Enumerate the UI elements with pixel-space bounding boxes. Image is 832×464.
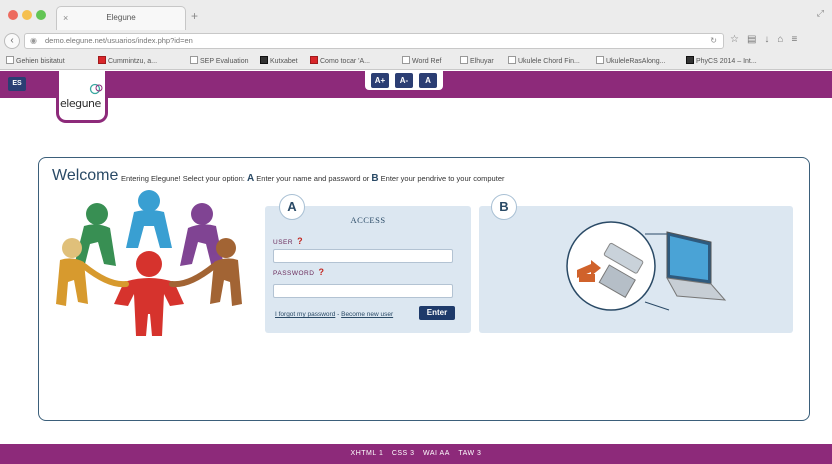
user-help-icon[interactable]: ? bbox=[297, 236, 303, 246]
youtube-icon bbox=[310, 56, 318, 64]
wordref-icon bbox=[402, 56, 410, 64]
usb-laptop-illustration bbox=[566, 221, 727, 311]
forgot-password-link[interactable]: I forgot my password bbox=[275, 311, 335, 318]
people-circle-illustration bbox=[56, 190, 242, 336]
page-icon bbox=[190, 56, 198, 64]
register-link[interactable]: Become new user bbox=[341, 311, 393, 318]
music-icon bbox=[596, 56, 604, 64]
welcome-title: Welcome bbox=[52, 167, 119, 184]
browser-tab[interactable]: × Elegune bbox=[56, 6, 186, 30]
password-label: PASSWORD? bbox=[273, 267, 325, 277]
home-icon[interactable]: ⌂ bbox=[777, 34, 791, 45]
tab-title: Elegune bbox=[106, 13, 136, 22]
kutxabank-icon bbox=[260, 56, 268, 64]
bookmark-item[interactable]: Ukulele Chord Fin... bbox=[508, 56, 580, 65]
page-icon bbox=[460, 56, 468, 64]
back-arrow-icon[interactable]: ‹ bbox=[4, 33, 20, 49]
password-input[interactable] bbox=[273, 284, 453, 298]
minimize-window-button[interactable] bbox=[22, 10, 32, 20]
welcome-instructions: Entering Elegune! Select your option: A … bbox=[121, 173, 505, 184]
font-decrease-button[interactable]: A- bbox=[395, 73, 413, 88]
browser-chrome: × Elegune + ⤢ ‹ ◉ demo.elegune.net/usuar… bbox=[0, 0, 832, 70]
logo-text: elegune bbox=[60, 97, 101, 110]
bookmark-item[interactable]: SEP Evaluation bbox=[190, 56, 249, 65]
bookmark-item[interactable]: Elhuyar bbox=[460, 56, 494, 65]
new-tab-icon[interactable]: + bbox=[191, 9, 198, 23]
font-increase-button[interactable]: A+ bbox=[371, 73, 389, 88]
footer-taw-badge[interactable]: TAW 3 bbox=[458, 450, 481, 457]
page-icon bbox=[508, 56, 516, 64]
menu-icon[interactable]: ≡ bbox=[791, 34, 805, 45]
tab-bar: × Elegune + ⤢ bbox=[0, 0, 832, 30]
bookmark-item[interactable]: PhyCS 2014 – Int... bbox=[686, 56, 757, 65]
option-a-letter: A bbox=[246, 173, 255, 184]
logo-swirl-icon bbox=[89, 83, 103, 95]
font-size-controls: A+ A- A bbox=[365, 71, 443, 90]
toolbar-icons: ☆▤↓⌂≡ bbox=[730, 34, 805, 45]
enter-button[interactable]: Enter bbox=[419, 306, 455, 320]
bookmarks-bar: Gehien bisitatut Cummintzu, a... SEP Eva… bbox=[0, 53, 832, 69]
password-help-icon[interactable]: ? bbox=[318, 267, 324, 277]
bookmark-item[interactable]: Cummintzu, a... bbox=[98, 56, 157, 65]
folder-icon bbox=[6, 56, 14, 64]
close-window-button[interactable] bbox=[8, 10, 18, 20]
navigation-bar: ‹ ◉ demo.elegune.net/usuarios/index.php?… bbox=[0, 30, 832, 52]
maximize-window-button[interactable] bbox=[36, 10, 46, 20]
option-b-badge: B bbox=[491, 194, 517, 220]
footer-css-badge[interactable]: CSS 3 bbox=[392, 450, 415, 457]
bookmark-item[interactable]: Como tocar 'A... bbox=[310, 56, 370, 65]
download-icon[interactable]: ↓ bbox=[764, 34, 777, 45]
footer-xhtml-badge[interactable]: XHTML 1 bbox=[351, 450, 384, 457]
login-panel: A ACCESS USER? PASSWORD? I forgot my pas… bbox=[265, 194, 471, 333]
bookmark-item[interactable]: UkuleleRasAlong... bbox=[596, 56, 666, 65]
bookmark-item[interactable]: Kutxabet bbox=[260, 56, 298, 65]
address-url: demo.elegune.net/usuarios/index.php?id=e… bbox=[45, 36, 193, 45]
language-button[interactable]: ES bbox=[8, 77, 26, 91]
logo[interactable]: elegune bbox=[56, 71, 108, 123]
site-footer: XHTML 1 CSS 3 WAI AA TAW 3 bbox=[0, 444, 832, 464]
usb-panel: B bbox=[479, 194, 793, 333]
page-icon bbox=[686, 56, 694, 64]
reading-list-icon[interactable]: ▤ bbox=[747, 34, 764, 45]
close-tab-icon[interactable]: × bbox=[63, 7, 68, 29]
contrast-button[interactable]: A bbox=[419, 73, 437, 88]
youtube-icon bbox=[98, 56, 106, 64]
user-label: USER? bbox=[273, 236, 304, 246]
globe-icon: ◉ bbox=[30, 36, 37, 45]
account-links: I forgot my password - Become new user bbox=[275, 311, 394, 318]
bookmark-item[interactable]: Word Ref bbox=[402, 56, 441, 65]
star-icon[interactable]: ☆ bbox=[730, 34, 747, 45]
access-title: ACCESS bbox=[350, 215, 386, 225]
welcome-panel: Welcome Entering Elegune! Select your op… bbox=[38, 157, 810, 421]
reload-icon[interactable]: ↻ bbox=[710, 34, 717, 48]
user-input[interactable] bbox=[273, 249, 453, 263]
address-bar[interactable]: ◉ demo.elegune.net/usuarios/index.php?id… bbox=[24, 33, 724, 49]
bookmark-item[interactable]: Gehien bisitatut bbox=[6, 56, 65, 65]
footer-wai-badge[interactable]: WAI AA bbox=[423, 450, 450, 457]
site-header: ES A+ A- A bbox=[0, 71, 832, 98]
fullscreen-icon[interactable]: ⤢ bbox=[817, 8, 824, 19]
option-b-letter: B bbox=[371, 173, 379, 184]
